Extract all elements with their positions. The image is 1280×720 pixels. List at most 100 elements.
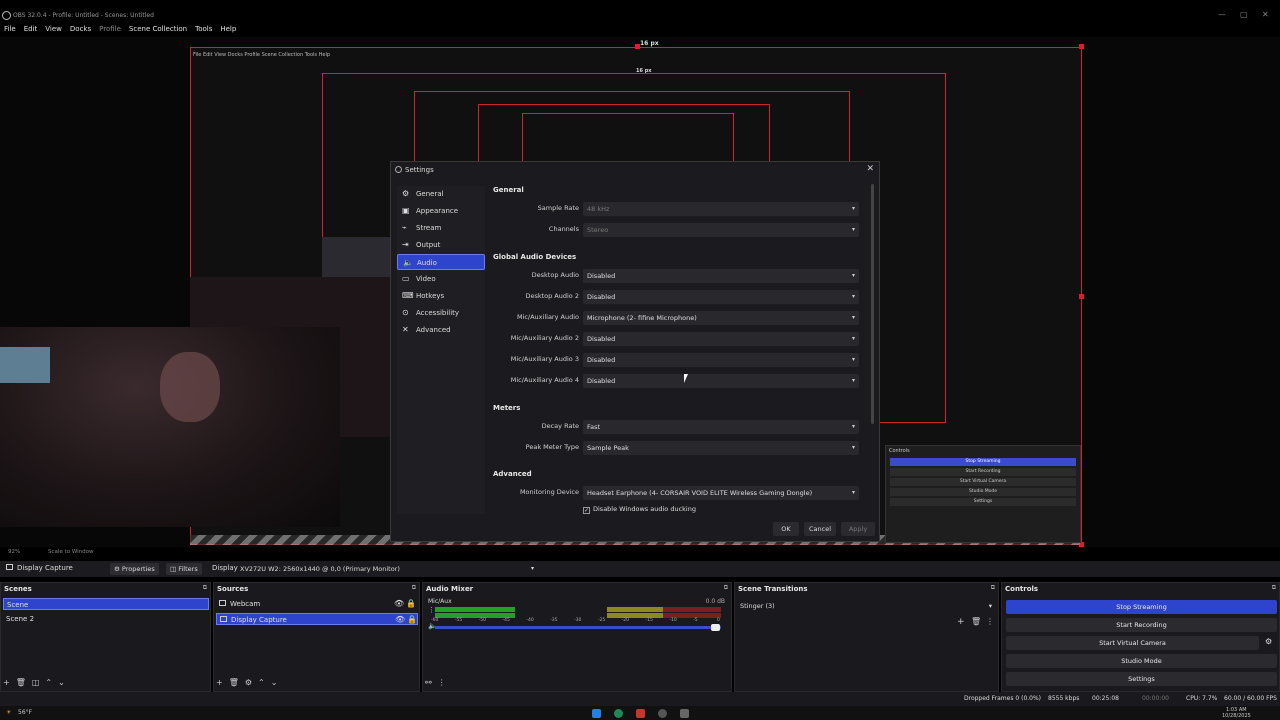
add-icon[interactable]: + (3, 678, 10, 687)
link-icon[interactable]: ⚯ (425, 678, 432, 687)
store-icon[interactable] (636, 709, 645, 718)
settings-nav-stream[interactable]: ⌁ Stream (397, 220, 485, 236)
settings-nav-audio[interactable]: 🔈 Audio (397, 254, 485, 270)
kebab-icon[interactable]: ⋮ (428, 606, 435, 614)
arrow-up-icon[interactable]: ⌃ (258, 678, 265, 687)
stop-streaming-button[interactable]: Stop Streaming (1006, 600, 1277, 614)
close-button[interactable]: ✕ (1262, 10, 1269, 19)
add-icon[interactable]: + (216, 678, 223, 687)
gear-icon[interactable]: ⚙ (245, 678, 252, 687)
display-label: Display (212, 564, 238, 572)
obs-logo-icon (2, 11, 11, 20)
apply-button[interactable]: Apply (841, 522, 875, 536)
trash-icon[interactable]: 🗑 (971, 617, 981, 626)
desktop-audio-select[interactable]: Disabled ▾ (583, 269, 859, 283)
cancel-button[interactable]: Cancel (804, 522, 836, 536)
checkbox-icon: ✓ (583, 507, 590, 514)
menu-view[interactable]: View (41, 22, 66, 36)
properties-button[interactable]: ⚙ Properties (110, 563, 159, 575)
undock-icon[interactable]: ⧉ (412, 584, 416, 592)
monitoring-device-select[interactable]: Headset Earphone (4- CORSAIR VOID ELITE … (583, 486, 859, 500)
source-item-display-capture[interactable]: Display Capture 👁 🔒 (216, 613, 418, 625)
kebab-icon[interactable]: ⋮ (986, 617, 994, 626)
sources-title: Sources (217, 585, 249, 593)
menu-edit[interactable]: Edit (20, 22, 42, 36)
scale-mode[interactable]: Scale to Window (48, 549, 94, 555)
meter-tick-label: -30 (574, 618, 582, 623)
zoom-level[interactable]: 92% (8, 549, 20, 555)
obs-taskbar-icon[interactable] (658, 709, 667, 718)
display-select[interactable]: XV272U W2: 2560x1440 @ 0,0 (Primary Moni… (236, 563, 538, 575)
edge-browser-icon[interactable] (614, 709, 623, 718)
scene-item[interactable]: Scene 2 (3, 613, 209, 625)
trash-icon[interactable]: 🗑 (229, 678, 239, 687)
settings-button[interactable]: Settings (1006, 672, 1277, 686)
maximize-button[interactable]: ▢ (1240, 10, 1248, 19)
mic-aux-3-select[interactable]: Disabled ▾ (583, 353, 859, 367)
settings-scrollbar[interactable] (871, 184, 874, 424)
settings-nav-accessibility[interactable]: ⊙ Accessibility (397, 305, 485, 321)
minimize-button[interactable]: — (1218, 10, 1226, 19)
menu-file[interactable]: File (0, 22, 20, 36)
source-item-webcam[interactable]: Webcam 👁 🔒 (216, 598, 418, 610)
volume-fader-knob[interactable] (711, 624, 720, 631)
current-source-name: Display Capture (17, 564, 73, 572)
resize-handle[interactable] (1079, 294, 1084, 299)
undock-icon[interactable]: ⧉ (991, 584, 995, 592)
mic-aux-select[interactable]: Microphone (2- fifine Microphone) ▾ (583, 311, 859, 325)
menu-scene-collection[interactable]: Scene Collection (125, 22, 191, 36)
weather-icon: ☀ (6, 709, 12, 716)
kebab-icon[interactable]: ⋮ (438, 678, 446, 687)
resize-handle[interactable] (1079, 44, 1084, 49)
app-taskbar-icon[interactable] (680, 709, 689, 718)
arrow-down-icon[interactable]: ⌄ (58, 678, 65, 687)
nav-label: Appearance (416, 207, 459, 215)
mic-aux-4-select[interactable]: Disabled ▾ (583, 374, 859, 388)
ok-button[interactable]: OK (773, 522, 799, 536)
settings-nav-output[interactable]: ⇥ Output (397, 237, 485, 253)
nav-label: Output (416, 241, 441, 249)
menu-profile[interactable]: Profile (95, 22, 125, 36)
mic-aux-2-select[interactable]: Disabled ▾ (583, 332, 859, 346)
start-virtual-camera-button[interactable]: Start Virtual Camera (1006, 636, 1259, 650)
studio-mode-button[interactable]: Studio Mode (1006, 654, 1277, 668)
eye-icon[interactable]: 👁 (395, 614, 405, 626)
settings-nav-hotkeys[interactable]: ⌨ Hotkeys (397, 288, 485, 304)
windows-start-icon[interactable] (592, 709, 601, 718)
filters-button[interactable]: ◫ Filters (166, 563, 202, 575)
sample-rate-select[interactable]: 48 kHz ▾ (583, 202, 859, 216)
undock-icon[interactable]: ⧉ (724, 584, 728, 592)
lock-icon[interactable]: 🔒 (406, 598, 416, 610)
lock-icon[interactable]: 🔒 (407, 614, 417, 626)
settings-nav-advanced[interactable]: ✕ Advanced (397, 322, 485, 338)
add-icon[interactable]: + (957, 617, 965, 627)
arrow-up-icon[interactable]: ⌃ (45, 678, 52, 687)
gear-icon[interactable]: ⚙ (1265, 637, 1272, 646)
transition-select[interactable]: Stinger (3) ▾ (738, 600, 996, 612)
menu-help[interactable]: Help (216, 22, 240, 36)
trash-icon[interactable]: 🗑 (16, 678, 26, 687)
volume-fader[interactable] (435, 626, 721, 629)
channels-select[interactable]: Stereo ▾ (583, 223, 859, 237)
start-recording-button[interactable]: Start Recording (1006, 618, 1277, 632)
undock-icon[interactable]: ⧉ (1272, 584, 1276, 592)
filters-label: Filters (178, 565, 198, 573)
scene-item[interactable]: Scene (3, 598, 209, 610)
menu-tools[interactable]: Tools (191, 22, 216, 36)
decay-rate-select[interactable]: Fast ▾ (583, 420, 859, 434)
resize-handle[interactable] (635, 44, 640, 49)
arrow-down-icon[interactable]: ⌄ (271, 678, 278, 687)
desktop-audio-2-select[interactable]: Disabled ▾ (583, 290, 859, 304)
filter-icon[interactable]: ◫ (32, 678, 40, 687)
settings-nav-appearance[interactable]: ▣ Appearance (397, 203, 485, 219)
disable-ducking-checkbox[interactable]: ✓ Disable Windows audio ducking (583, 505, 696, 514)
settings-nav-general[interactable]: ⚙ General (397, 186, 485, 202)
channels-value: Stereo (587, 226, 609, 234)
settings-close-icon[interactable]: ✕ (866, 164, 874, 174)
undock-icon[interactable]: ⧉ (203, 584, 207, 592)
menu-docks[interactable]: Docks (66, 22, 95, 36)
peak-meter-select[interactable]: Sample Peak ▾ (583, 441, 859, 455)
desktop-audio-value: Disabled (587, 272, 616, 280)
eye-icon[interactable]: 👁 (394, 598, 404, 610)
settings-nav-video[interactable]: ▭ Video (397, 271, 485, 287)
